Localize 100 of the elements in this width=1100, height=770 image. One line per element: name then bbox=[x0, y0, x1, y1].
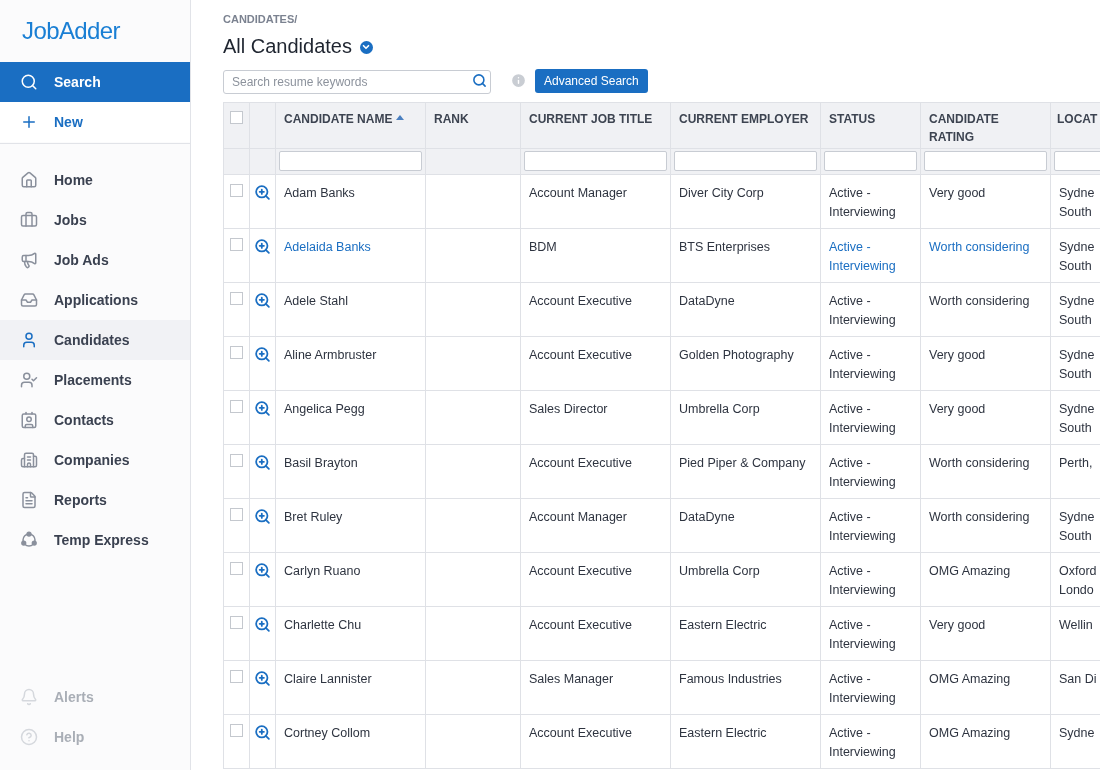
table-row[interactable]: Adam Banks Account Manager Diver City Corp Active - Interviewing Very good Sydne South bbox=[223, 174, 1100, 228]
filter-field[interactable] bbox=[924, 151, 1047, 171]
row-checkbox[interactable] bbox=[230, 669, 243, 683]
preview-icon[interactable] bbox=[254, 615, 271, 633]
filter-field[interactable] bbox=[1054, 151, 1100, 171]
nav-item[interactable]: Contacts bbox=[0, 400, 190, 440]
column-header[interactable]: RANK bbox=[434, 109, 469, 128]
table-cell: Sales Director bbox=[529, 401, 608, 416]
row-checkbox[interactable] bbox=[230, 723, 243, 737]
table-row[interactable]: Cortney Collom Account Executive Eastern Electric Active - Interviewing OMG Amazing Sydne bbox=[223, 714, 1100, 768]
table-row[interactable]: Adele Stahl Account Executive DataDyne Active - Interviewing Worth considering Sydne South bbox=[223, 282, 1100, 336]
table-cell: Account Executive bbox=[529, 293, 632, 308]
candidate-name[interactable]: Angelica Pegg bbox=[284, 401, 365, 416]
table-cell-text: Sydne bbox=[1059, 184, 1096, 202]
nav-item[interactable]: Temp Express bbox=[0, 520, 190, 560]
row-checkbox[interactable] bbox=[230, 615, 243, 629]
candidate-name[interactable]: Basil Brayton bbox=[284, 455, 358, 470]
search-icon[interactable] bbox=[472, 72, 487, 88]
preview-icon[interactable] bbox=[254, 399, 271, 417]
document-icon bbox=[20, 491, 38, 509]
table-row[interactable]: Adelaida Banks BDM BTS Enterprises Active - Interviewing Worth considering Sydne South bbox=[223, 228, 1100, 282]
table-cell: OMG Amazing bbox=[929, 563, 1011, 578]
row-checkbox[interactable] bbox=[230, 183, 243, 197]
nav-item[interactable]: Companies bbox=[0, 440, 190, 480]
preview-icon[interactable] bbox=[254, 669, 271, 687]
candidate-name[interactable]: Bret Ruley bbox=[284, 509, 343, 524]
table-cell-text: Sydne bbox=[1059, 346, 1096, 364]
nav-item[interactable]: Home bbox=[0, 160, 190, 200]
breadcrumb[interactable]: CANDIDATES/ bbox=[223, 11, 1100, 28]
preview-icon[interactable] bbox=[254, 345, 271, 363]
row-checkbox[interactable] bbox=[230, 345, 243, 359]
table-cell-text: Sydne bbox=[1059, 292, 1096, 310]
advanced-search-button[interactable]: Advanced Search bbox=[535, 68, 648, 93]
nav-item[interactable]: Reports bbox=[0, 480, 190, 520]
preview-icon[interactable] bbox=[254, 561, 271, 579]
candidate-name[interactable]: Claire Lannister bbox=[284, 671, 372, 686]
filter-field[interactable] bbox=[674, 151, 817, 171]
info-icon[interactable] bbox=[510, 72, 527, 89]
filter-field[interactable] bbox=[524, 151, 667, 171]
candidate-name[interactable]: Adele Stahl bbox=[284, 293, 348, 308]
table-row[interactable]: Carlyn Ruano Account Executive Umbrella Corp Active - Interviewing OMG Amazing Oxford Londo bbox=[223, 552, 1100, 606]
filter-field[interactable] bbox=[279, 151, 422, 171]
candidate-name[interactable]: Adelaida Banks bbox=[284, 239, 371, 254]
table-cell: OMG Amazing bbox=[929, 671, 1011, 686]
table-row[interactable]: Charlette Chu Account Executive Eastern Electric Active - Interviewing Very good Wellin bbox=[223, 606, 1100, 660]
preview-icon[interactable] bbox=[254, 237, 271, 255]
table-cell: Active - Interviewing bbox=[829, 455, 896, 489]
row-checkbox[interactable] bbox=[230, 291, 243, 305]
sidebar-action[interactable]: New bbox=[0, 102, 190, 142]
filter-field[interactable] bbox=[824, 151, 917, 171]
table-cell: Active - Interviewing bbox=[829, 401, 896, 435]
nav-item[interactable]: Jobs bbox=[0, 200, 190, 240]
preview-icon[interactable] bbox=[254, 291, 271, 309]
table-row[interactable]: Basil Brayton Account Executive Pied Piper & Company Active - Interviewing Worth considering Perth, bbox=[223, 444, 1100, 498]
nav-item[interactable]: Job Ads bbox=[0, 240, 190, 280]
nav-item[interactable]: Candidates bbox=[0, 320, 190, 360]
megaphone-icon bbox=[20, 251, 38, 269]
candidate-name[interactable]: Aline Armbruster bbox=[284, 347, 377, 362]
table-cell-text: Sydne bbox=[1059, 238, 1096, 256]
row-checkbox[interactable] bbox=[230, 561, 243, 575]
person-icon bbox=[20, 331, 38, 349]
column-header[interactable]: STATUS bbox=[829, 109, 876, 128]
plus-icon bbox=[20, 113, 38, 131]
network-icon bbox=[20, 531, 38, 549]
candidate-name[interactable]: Charlette Chu bbox=[284, 617, 362, 632]
candidate-name[interactable]: Adam Banks bbox=[284, 185, 355, 200]
nav-item[interactable]: Applications bbox=[0, 280, 190, 320]
table-cell-text: Wellin bbox=[1059, 616, 1094, 634]
table-cell: Active - Interviewing bbox=[829, 239, 896, 273]
table-row[interactable]: Angelica Pegg Sales Director Umbrella Corp Active - Interviewing Very good Sydne South bbox=[223, 390, 1100, 444]
select-all-checkbox[interactable] bbox=[230, 110, 243, 124]
table-cell: Worth considering bbox=[929, 239, 1030, 254]
preview-icon[interactable] bbox=[254, 723, 271, 741]
preview-icon[interactable] bbox=[254, 183, 271, 201]
nav-item[interactable]: Placements bbox=[0, 360, 190, 400]
sidebar-action[interactable]: Search bbox=[0, 62, 190, 102]
dropdown-icon[interactable] bbox=[359, 40, 373, 54]
table-cell-text: South bbox=[1059, 257, 1093, 275]
table-row[interactable]: Bret Ruley Account Manager DataDyne Active - Interviewing Worth considering Sydne South bbox=[223, 498, 1100, 552]
table-cell: Active - Interviewing bbox=[829, 563, 896, 597]
table-cell: Account Executive bbox=[529, 617, 632, 632]
table-row[interactable]: Aline Armbruster Account Executive Golden Photography Active - Interviewing Very good Sydne South bbox=[223, 336, 1100, 390]
preview-icon[interactable] bbox=[254, 453, 271, 471]
table-cell: DataDyne bbox=[679, 509, 735, 524]
table-cell: BTS Enterprises bbox=[679, 239, 770, 254]
candidate-name[interactable]: Cortney Collom bbox=[284, 725, 371, 740]
search-field[interactable]: Search resume keywords bbox=[223, 69, 491, 94]
logo[interactable]: JobAdder bbox=[22, 13, 120, 49]
candidate-name[interactable]: Carlyn Ruano bbox=[284, 563, 361, 578]
preview-icon[interactable] bbox=[254, 507, 271, 525]
table-row[interactable]: Claire Lannister Sales Manager Famous Industries Active - Interviewing OMG Amazing San Di bbox=[223, 660, 1100, 714]
table-cell: Active - Interviewing bbox=[829, 725, 896, 759]
table-cell: OMG Amazing bbox=[929, 725, 1011, 740]
row-checkbox[interactable] bbox=[230, 507, 243, 521]
row-checkbox[interactable] bbox=[230, 453, 243, 467]
sort-ascending-icon[interactable] bbox=[396, 114, 405, 120]
table-cell: Worth considering bbox=[929, 509, 1030, 524]
row-checkbox[interactable] bbox=[230, 399, 243, 413]
row-checkbox[interactable] bbox=[230, 237, 243, 251]
table-cell: BDM bbox=[529, 239, 557, 254]
